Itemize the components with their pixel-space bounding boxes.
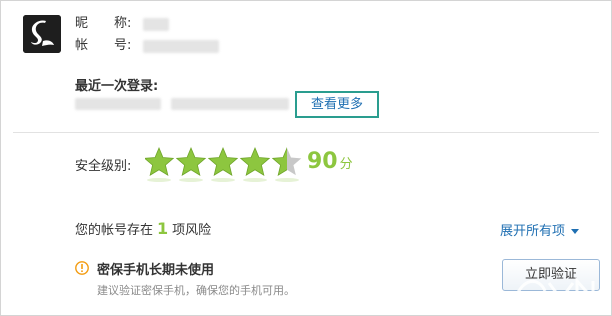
star-reflection	[275, 178, 299, 182]
nickname-label-char-1: 昵	[75, 16, 89, 31]
star-reflection	[243, 178, 267, 182]
view-more-button[interactable]: 查看更多	[295, 91, 379, 118]
account-label: 帐 号:	[75, 37, 141, 55]
nickname-row: 昵 称:	[75, 15, 141, 33]
account-row: 帐 号:	[75, 37, 141, 55]
warning-icon	[75, 261, 89, 275]
avatar	[23, 15, 61, 53]
expand-all-link[interactable]: 展开所有项	[500, 220, 580, 239]
chevron-down-icon	[571, 229, 580, 234]
watermark-logo-icon	[513, 277, 595, 303]
security-score-value: 90	[307, 149, 338, 174]
risk-summary: 您的帐号存在 1 项风险	[75, 219, 211, 238]
star-reflection	[147, 178, 171, 182]
risk-summary-suffix: 项风险	[172, 223, 212, 238]
last-login-time-redacted	[75, 98, 161, 110]
expand-all-label: 展开所有项	[500, 224, 566, 239]
risk-summary-prefix: 您的帐号存在	[75, 223, 154, 238]
divider	[13, 132, 599, 133]
security-score-unit: 分	[339, 157, 353, 172]
nickname-label-char-2: 称:	[114, 16, 132, 31]
star-filled	[208, 146, 238, 176]
swan-logo-icon	[23, 15, 61, 53]
account-value-redacted	[143, 40, 219, 53]
security-rating-stars	[145, 146, 302, 182]
star-filled	[240, 146, 270, 176]
last-login-title: 最近一次登录:	[75, 79, 159, 94]
security-level-label: 安全级别:	[75, 159, 132, 174]
risk-item-description: 建议验证密保手机，确保您的手机可用。	[97, 284, 295, 297]
account-label-char-1: 帐	[75, 38, 89, 53]
last-login-location-redacted	[171, 98, 289, 110]
risk-item-title: 密保手机长期未使用	[97, 263, 215, 278]
star-filled	[176, 146, 206, 176]
star-reflection	[179, 178, 203, 182]
risk-count: 1	[157, 219, 169, 238]
star-filled	[145, 146, 174, 176]
account-security-panel: 昵 称: 帐 号: 最近一次登录: 查看更多 安全级别: 90 分 您的帐号存在 1 项风…	[0, 0, 612, 316]
star-reflection	[211, 178, 235, 182]
account-label-char-2: 号:	[114, 38, 132, 53]
security-score: 90 分	[307, 148, 353, 179]
nickname-value-redacted	[143, 18, 169, 31]
nickname-label: 昵 称:	[75, 15, 141, 33]
